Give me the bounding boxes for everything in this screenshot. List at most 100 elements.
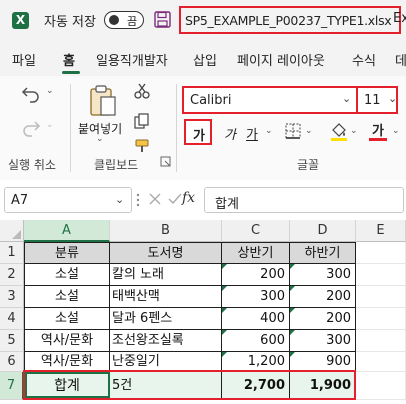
paste-icon[interactable] xyxy=(88,84,118,118)
cancel-entry-icon[interactable] xyxy=(148,192,162,206)
tab-developer[interactable]: 일용직개발자 xyxy=(96,50,168,69)
table-cell[interactable]: 400 xyxy=(222,308,290,330)
empty-cell[interactable] xyxy=(356,286,406,308)
table-header-cell[interactable]: 분류 xyxy=(24,242,110,264)
document-filename[interactable]: SP5_EXAMPLE_P00237_TYPE1.xlsx xyxy=(185,13,392,28)
table-cell[interactable]: 300 xyxy=(290,264,356,286)
tab-home[interactable]: 홈 xyxy=(63,50,75,69)
column-header-e[interactable]: E xyxy=(356,220,406,242)
table-header-cell[interactable]: 도서명 xyxy=(110,242,222,264)
table-cell[interactable]: 달과 6펜스 xyxy=(110,308,222,330)
table-cell[interactable]: 200 xyxy=(290,308,356,330)
tab-data[interactable]: 데 xyxy=(395,50,406,69)
empty-cell[interactable] xyxy=(356,352,406,372)
tab-formulas[interactable]: 수식 xyxy=(352,50,376,69)
empty-cell[interactable] xyxy=(356,330,406,352)
row-header[interactable]: 4 xyxy=(0,308,24,330)
table-cell[interactable]: 칼의 노래 xyxy=(110,264,222,286)
redo-icon[interactable] xyxy=(20,118,42,138)
empty-cell[interactable] xyxy=(356,372,406,400)
table-header-cell[interactable]: 상반기 xyxy=(222,242,290,264)
copy-icon[interactable] xyxy=(133,112,151,130)
column-header-d[interactable]: D xyxy=(290,220,356,242)
font-color-dropdown-icon[interactable]: ⌄ xyxy=(392,126,400,136)
italic-button[interactable]: 가 xyxy=(224,124,236,143)
tab-file[interactable]: 파일 xyxy=(12,50,36,69)
autosave-state: 끔 xyxy=(127,15,138,28)
row-header[interactable]: 1 xyxy=(0,242,24,264)
name-box[interactable]: A7 ⌄ xyxy=(4,187,132,213)
borders-dropdown-icon[interactable]: ⌄ xyxy=(305,126,313,136)
table-cell[interactable]: 소설 xyxy=(24,264,110,286)
autosave-label: 자동 저장 xyxy=(44,15,96,30)
table-cell[interactable]: 역사/문화 xyxy=(24,330,110,352)
row-header[interactable]: 5 xyxy=(0,330,24,352)
formula-value: 합계 xyxy=(215,197,239,212)
row-header[interactable]: 2 xyxy=(0,264,24,286)
column-header-c[interactable]: C xyxy=(222,220,290,242)
table-cell[interactable]: 난중일기 xyxy=(110,352,222,372)
cut-icon[interactable] xyxy=(133,82,151,100)
filename-highlight-box: SP5_EXAMPLE_P00237_TYPE1.xlsx xyxy=(179,6,401,34)
table-cell[interactable]: 역사/문화 xyxy=(24,352,110,372)
underline-dropdown-icon[interactable]: ⌄ xyxy=(265,126,273,136)
chevron-down-icon[interactable]: ⌄ xyxy=(115,193,124,206)
empty-cell[interactable] xyxy=(356,308,406,330)
font-name-select[interactable]: Calibri ⌄ xyxy=(182,86,358,114)
table-cell[interactable]: 600 xyxy=(222,330,290,352)
empty-cell[interactable] xyxy=(356,264,406,286)
column-header-a[interactable]: A xyxy=(24,220,110,242)
font-color-button[interactable]: 가 xyxy=(372,120,384,139)
column-header-b[interactable]: B xyxy=(110,220,222,242)
fill-color-dropdown-icon[interactable]: ⌄ xyxy=(350,126,358,136)
table-cell[interactable]: 200 xyxy=(222,264,290,286)
table-cell[interactable]: 태백산맥 xyxy=(110,286,222,308)
empty-cell[interactable] xyxy=(356,242,406,264)
underline-button[interactable]: 가 xyxy=(246,124,258,143)
redo-dropdown-icon[interactable]: ⌄ xyxy=(46,120,54,130)
autosave-toggle[interactable]: 끔 xyxy=(104,11,144,29)
number-as-text-indicator xyxy=(222,264,227,269)
number-as-text-indicator xyxy=(222,286,227,291)
bold-button[interactable]: 가 xyxy=(184,119,212,145)
tab-insert[interactable]: 삽입 xyxy=(193,50,217,69)
app-name-truncated: Exc xyxy=(393,11,406,26)
number-as-text-indicator xyxy=(222,330,227,335)
save-icon[interactable] xyxy=(154,11,171,28)
number-as-text-indicator xyxy=(222,308,227,313)
table-cell[interactable]: 300 xyxy=(290,330,356,352)
row-header[interactable]: 6 xyxy=(0,352,24,372)
row-header-selected[interactable]: 7 xyxy=(0,372,24,400)
undo-dropdown-icon[interactable]: ⌄ xyxy=(46,86,54,96)
group-clipboard-label: 클립보드 xyxy=(94,158,139,172)
chevron-down-icon: ⌄ xyxy=(388,92,398,105)
paste-dropdown-icon[interactable]: ⌄ xyxy=(96,134,104,144)
tab-page-layout[interactable]: 페이지 레이아웃 xyxy=(237,50,325,69)
select-all-corner[interactable] xyxy=(0,220,24,242)
table-cell[interactable]: 900 xyxy=(290,352,356,372)
bold-glyph: 가 xyxy=(193,129,205,144)
table-header-cell[interactable]: 하반기 xyxy=(290,242,356,264)
fill-color-icon[interactable] xyxy=(330,120,348,142)
formula-input[interactable]: 합계 xyxy=(204,187,404,213)
clipboard-launcher-icon[interactable] xyxy=(160,156,172,168)
group-divider xyxy=(70,84,71,172)
table-cell[interactable]: 소설 xyxy=(24,308,110,330)
table-cell[interactable]: 200 xyxy=(290,286,356,308)
table-cell[interactable]: 300 xyxy=(222,286,290,308)
table-cell[interactable]: 1,200 xyxy=(222,352,290,372)
group-font-label: 글꼴 xyxy=(297,158,320,172)
row-header[interactable]: 3 xyxy=(0,286,24,308)
insert-function-icon[interactable]: fx xyxy=(182,190,195,206)
more-options-icon[interactable] xyxy=(136,193,140,207)
table-cell[interactable]: 조선왕조실록 xyxy=(110,330,222,352)
undo-icon[interactable] xyxy=(20,84,42,104)
confirm-entry-icon[interactable] xyxy=(168,192,182,206)
format-painter-icon[interactable] xyxy=(134,138,152,154)
number-as-text-indicator xyxy=(222,352,227,357)
font-size-select[interactable]: 11 ⌄ xyxy=(356,86,398,114)
chevron-down-icon: ⌄ xyxy=(342,92,352,105)
borders-icon[interactable] xyxy=(284,122,302,140)
number-as-text-indicator xyxy=(290,286,295,291)
table-cell[interactable]: 소설 xyxy=(24,286,110,308)
